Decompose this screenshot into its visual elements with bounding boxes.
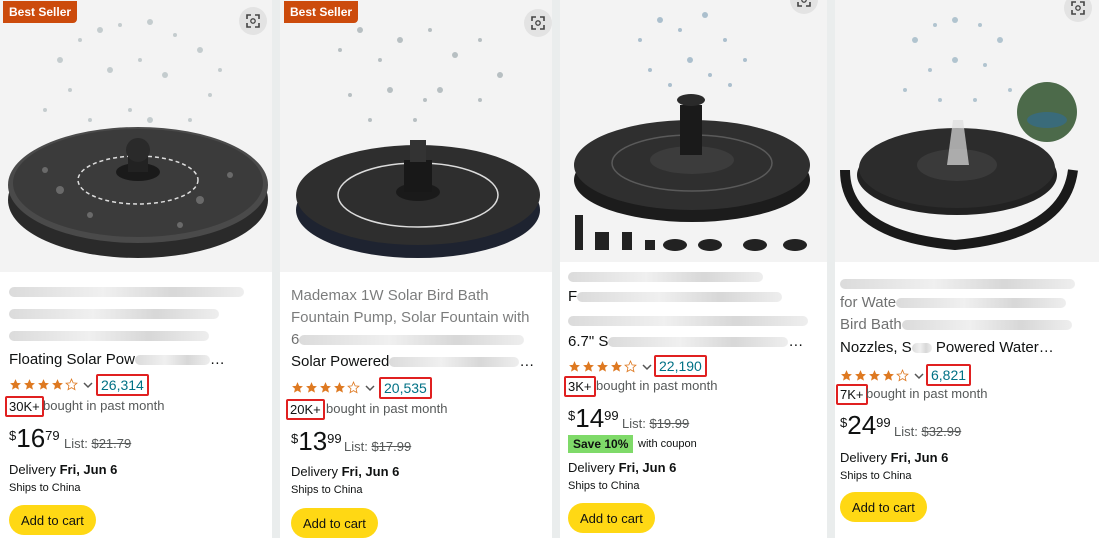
star-rating[interactable]	[291, 381, 376, 394]
price: $14 99	[568, 403, 619, 433]
delivery-info: Delivery Fri, Jun 6	[568, 460, 677, 475]
expand-zoom-icon[interactable]	[239, 7, 267, 35]
price: $24 99	[840, 410, 891, 440]
card-separator	[827, 0, 835, 538]
product-title-line[interactable]: for Wate	[840, 292, 1067, 314]
star-icon	[334, 382, 345, 393]
product-image[interactable]: Best Seller	[280, 0, 552, 272]
product-card[interactable]: F 6.7" S… 22,190 3K+ bought in past mont…	[560, 0, 827, 538]
save-badge: Save 10%	[568, 435, 634, 453]
product-card[interactable]: Best Seller Mademax 1W Solar Bird Bath F…	[280, 0, 552, 538]
star-icon	[855, 370, 866, 381]
star-icon	[52, 379, 63, 390]
star-icon	[10, 379, 21, 390]
bought-text: bought in past month	[43, 398, 165, 413]
product-title-line[interactable]: Solar Powered…	[291, 351, 534, 373]
star-icon	[24, 379, 35, 390]
list-price: List: $21.79	[64, 436, 132, 451]
chevron-down-icon	[365, 384, 375, 391]
star-icon	[583, 361, 594, 372]
add-to-cart-button[interactable]: Add to cart	[568, 503, 655, 533]
star-icon	[569, 361, 580, 372]
star-rating[interactable]	[840, 369, 925, 382]
card-separator	[272, 0, 280, 538]
chevron-down-icon	[83, 381, 93, 388]
star-icon	[896, 369, 909, 382]
star-icon	[347, 381, 360, 394]
bought-text: bought in past month	[596, 378, 718, 393]
add-to-cart-button[interactable]: Add to cart	[840, 492, 927, 522]
bought-count: 3K+	[564, 376, 596, 397]
best-seller-badge: Best Seller	[284, 1, 359, 23]
bought-count: 7K+	[836, 384, 868, 405]
star-icon	[65, 378, 78, 391]
product-title-line[interactable]: 6.7" S…	[568, 331, 803, 353]
star-rating[interactable]	[568, 360, 653, 373]
star-icon	[611, 361, 622, 372]
fountain-image	[296, 27, 540, 258]
fountain-image	[574, 12, 810, 251]
star-icon	[597, 361, 608, 372]
review-count-link[interactable]: 22,190	[654, 355, 707, 377]
blurred-title	[568, 316, 808, 326]
best-seller-badge: Best Seller	[3, 1, 78, 23]
blurred-title	[9, 287, 244, 297]
bought-text: bought in past month	[326, 401, 448, 416]
bought-text: bought in past month	[866, 386, 988, 401]
delivery-info: Delivery Fri, Jun 6	[9, 462, 118, 477]
star-icon	[38, 379, 49, 390]
review-count-link[interactable]: 6,821	[926, 364, 972, 386]
star-icon	[883, 370, 894, 381]
star-icon	[869, 370, 880, 381]
product-title-line[interactable]: F	[568, 286, 783, 308]
product-image[interactable]	[835, 0, 1099, 262]
product-title-line[interactable]: Mademax 1W Solar Bird Bath	[291, 285, 489, 307]
star-icon	[306, 382, 317, 393]
add-to-cart-button[interactable]: Add to cart	[9, 505, 96, 535]
list-price: List: $17.99	[344, 439, 412, 454]
fountain-image	[8, 19, 268, 258]
expand-zoom-icon[interactable]	[524, 9, 552, 37]
ships-to: Ships to China	[840, 470, 912, 482]
delivery-info: Delivery Fri, Jun 6	[291, 464, 400, 479]
product-title-line[interactable]: Fountain Pump, Solar Fountain with	[291, 307, 529, 329]
card-separator	[552, 0, 560, 538]
list-price: List: $19.99	[622, 416, 690, 431]
product-image[interactable]: Best Seller	[0, 0, 272, 272]
fountain-image	[840, 17, 1078, 251]
add-to-cart-button[interactable]: Add to cart	[291, 508, 378, 538]
coupon-text: with coupon	[638, 438, 697, 450]
blurred-title	[568, 272, 763, 282]
product-title-line[interactable]: Nozzles, S Powered Water…	[840, 337, 1054, 359]
blurred-title	[840, 279, 1075, 289]
list-price: List: $32.99	[894, 424, 962, 439]
product-card[interactable]: Best Seller Floating Solar Pow… 26,314 3…	[0, 0, 272, 538]
star-icon	[624, 360, 637, 373]
bought-count: 20K+	[286, 399, 325, 420]
product-card[interactable]: for Wate Bird Bath Nozzles, S Powered Wa…	[835, 0, 1099, 538]
delivery-info: Delivery Fri, Jun 6	[840, 450, 949, 465]
blurred-title	[9, 309, 219, 319]
ships-to: Ships to China	[568, 480, 640, 492]
chevron-down-icon	[642, 363, 652, 370]
product-title-line[interactable]: Bird Bath	[840, 314, 1072, 336]
star-icon	[841, 370, 852, 381]
blurred-title	[9, 331, 209, 341]
ships-to: Ships to China	[291, 484, 363, 496]
price: $16 79	[9, 423, 60, 453]
product-title[interactable]: Floating Solar Pow…	[9, 349, 225, 371]
chevron-down-icon	[914, 372, 924, 379]
bought-count: 30K+	[5, 396, 44, 417]
review-count-link[interactable]: 20,535	[379, 377, 432, 399]
star-icon	[292, 382, 303, 393]
product-image[interactable]	[560, 0, 827, 262]
ships-to: Ships to China	[9, 482, 81, 494]
review-count-link[interactable]: 26,314	[96, 374, 149, 396]
price: $13 99	[291, 426, 342, 456]
star-icon	[320, 382, 331, 393]
product-title-line[interactable]: 6	[291, 329, 525, 351]
star-rating[interactable]	[9, 378, 94, 391]
